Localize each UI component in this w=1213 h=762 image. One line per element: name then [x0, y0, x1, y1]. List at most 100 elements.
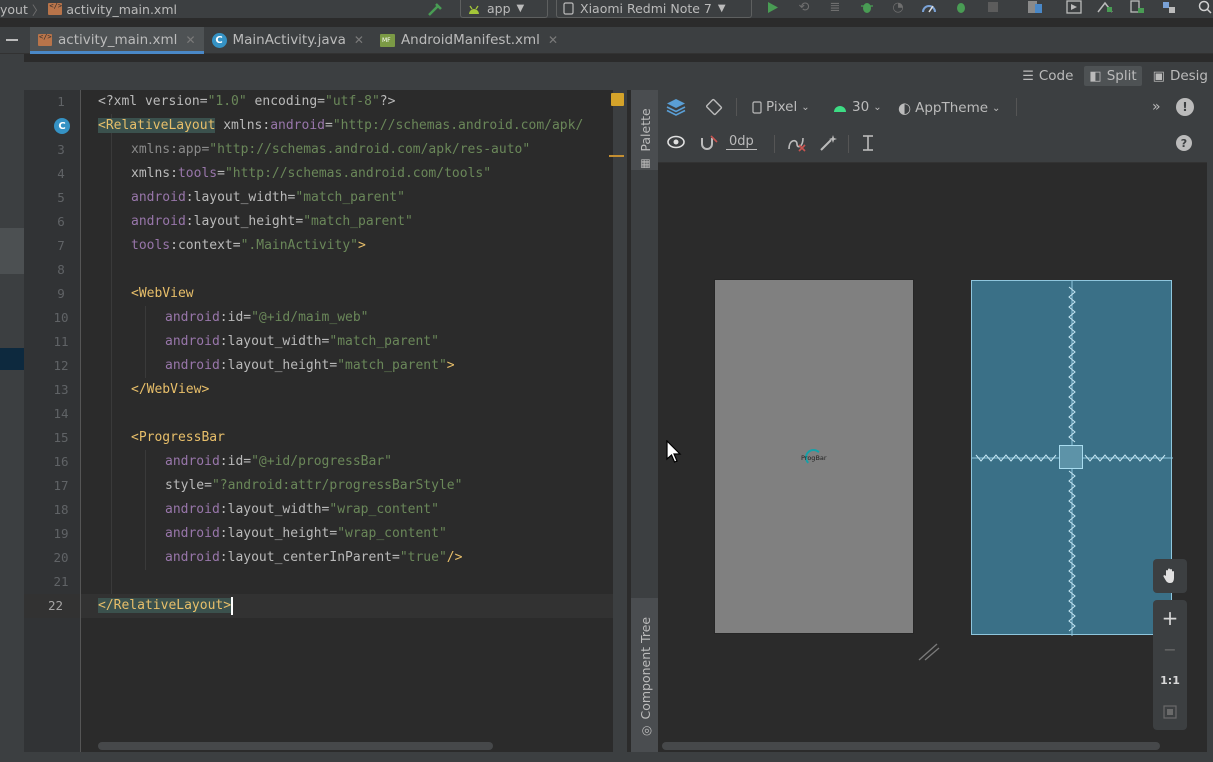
- attach-process-icon[interactable]: [952, 0, 970, 14]
- search-icon[interactable]: [1196, 0, 1213, 14]
- phone-icon: [752, 100, 762, 114]
- api-level-label: 30: [852, 99, 870, 115]
- line-number: 12: [53, 358, 69, 373]
- default-margin-label: 0dp: [726, 134, 757, 150]
- chevron-down-icon: ▼: [717, 3, 726, 14]
- sdk-manager-icon[interactable]: [1096, 0, 1114, 14]
- project-selection-band: [0, 228, 24, 274]
- breadcrumb-layout[interactable]: yout: [0, 2, 28, 17]
- split-mode-button[interactable]: ◧ Split: [1084, 66, 1142, 86]
- theme-icon: ◐: [898, 99, 912, 117]
- pan-hand-icon[interactable]: [1153, 559, 1187, 593]
- guidelines-icon[interactable]: [860, 134, 876, 152]
- breadcrumb-file[interactable]: activity_main.xml: [66, 2, 177, 17]
- autoconnect-icon[interactable]: [698, 134, 718, 152]
- project-selected-row[interactable]: [0, 348, 24, 370]
- progress-bar-blueprint[interactable]: [1059, 445, 1083, 469]
- line-number: 13: [53, 382, 69, 397]
- toolbar-separator: [1016, 98, 1017, 116]
- infer-constraints-icon[interactable]: [818, 134, 838, 152]
- close-icon[interactable]: ✕: [185, 33, 195, 47]
- apply-code-changes-icon[interactable]: ≣: [826, 0, 844, 15]
- line-number: 5: [57, 190, 65, 205]
- design-mode-label: Desig: [1169, 68, 1208, 84]
- line-number: 7: [57, 238, 65, 253]
- zoom-actual-size-button[interactable]: 1:1: [1153, 674, 1187, 687]
- more-actions-icon[interactable]: »: [1152, 99, 1161, 115]
- editor-mode-bar: ☰ Code ◧ Split ▣ Desig: [24, 62, 1213, 90]
- editor-vertical-scrollbar[interactable]: [613, 90, 627, 752]
- device-preview-select[interactable]: Pixel ⌄: [752, 99, 810, 115]
- line-number: 3: [57, 142, 65, 157]
- component-tree-label: Component Tree: [638, 616, 653, 720]
- clear-constraints-icon[interactable]: [786, 134, 808, 152]
- tab-activity-main[interactable]: activity_main.xml ✕: [30, 27, 204, 54]
- split-mode-label: Split: [1106, 68, 1137, 84]
- error-stripe-mark[interactable]: [609, 155, 624, 157]
- line-number: 19: [53, 526, 69, 541]
- design-horizontal-scrollbar[interactable]: [662, 742, 1160, 750]
- tab-main-activity[interactable]: C MainActivity.java ✕: [204, 27, 372, 53]
- tabs-menu-icon[interactable]: [0, 27, 24, 53]
- code-line-20: android:layout_centerInParent="true"/>: [165, 550, 463, 565]
- tab-android-manifest[interactable]: AndroidManifest.xml ✕: [372, 27, 566, 53]
- debug-icon[interactable]: [858, 0, 876, 14]
- attach-debugger-icon[interactable]: [920, 0, 938, 14]
- run-icon[interactable]: [764, 0, 782, 14]
- theme-select[interactable]: ◐ AppTheme ⌄: [898, 99, 1000, 117]
- chevron-down-icon: ⌄: [873, 101, 882, 113]
- line-number: 16: [53, 454, 69, 469]
- line-number: 1: [57, 94, 65, 109]
- inspection-status-icon[interactable]: [611, 93, 624, 106]
- related-class-icon[interactable]: C: [54, 118, 70, 134]
- apply-changes-icon[interactable]: ⟲: [795, 0, 813, 15]
- line-number: 6: [57, 214, 65, 229]
- constraint-toolbar: 0dp ?: [658, 125, 1213, 163]
- line-number: 20: [53, 550, 69, 565]
- avd-manager-icon[interactable]: [1065, 0, 1083, 14]
- layout-inspector-icon[interactable]: [1160, 0, 1178, 14]
- code-mode-button[interactable]: ☰ Code: [1017, 66, 1078, 86]
- xml-file-icon: [38, 33, 52, 46]
- zoom-in-button[interactable]: +: [1153, 606, 1187, 630]
- zoom-out-button[interactable]: −: [1153, 640, 1187, 659]
- component-tree-tab[interactable]: ◎ Component Tree: [638, 617, 653, 736]
- chevron-down-icon: ▼: [516, 3, 525, 14]
- default-margin-button[interactable]: 0dp: [726, 134, 757, 150]
- zoom-to-fit-icon[interactable]: [1153, 704, 1187, 724]
- design-surface-icon[interactable]: [666, 98, 686, 116]
- orientation-icon[interactable]: [704, 98, 724, 116]
- editor-horizontal-scrollbar[interactable]: [98, 742, 493, 750]
- theme-label: AppTheme: [915, 100, 989, 116]
- close-icon[interactable]: ✕: [548, 33, 558, 47]
- indent-guide: [145, 450, 146, 570]
- device-select[interactable]: Xiaomi Redmi Note 7 ▼: [556, 0, 752, 18]
- palette-icon: ▦: [640, 156, 651, 170]
- line-number: 18: [53, 502, 69, 517]
- java-class-icon: C: [211, 32, 227, 48]
- api-level-select[interactable]: 30 ⌄: [832, 99, 882, 115]
- palette-tab[interactable]: ▦ Palette: [638, 108, 653, 170]
- toolbar-separator: [848, 135, 849, 153]
- profile-icon[interactable]: ◔: [889, 0, 907, 15]
- line-number-current: 22: [24, 594, 80, 618]
- warning-icon[interactable]: !: [1176, 98, 1194, 116]
- line-number: 10: [53, 310, 69, 325]
- build-hammer-icon[interactable]: [426, 0, 446, 18]
- device-preview-label: Pixel: [766, 99, 798, 115]
- close-icon[interactable]: ✕: [354, 33, 364, 47]
- status-bar: [0, 752, 1213, 762]
- code-editor[interactable]: <?xml version="1.0" encoding="utf-8"?> <…: [81, 90, 613, 752]
- view-options-icon[interactable]: [666, 135, 686, 149]
- resize-handle-icon[interactable]: [917, 640, 941, 662]
- sync-project-icon[interactable]: [1026, 0, 1044, 14]
- code-line-5: android:layout_width="match_parent": [131, 190, 405, 205]
- run-config-select[interactable]: app ▼: [460, 0, 548, 18]
- device-manager-icon[interactable]: [1128, 0, 1146, 14]
- design-mode-button[interactable]: ▣ Desig: [1148, 66, 1213, 86]
- code-line-9: <WebView: [131, 286, 194, 301]
- line-number: 21: [53, 574, 69, 589]
- breadcrumb: yout 〉 activity_main.xml: [0, 0, 177, 19]
- stop-icon[interactable]: [984, 0, 1002, 14]
- help-icon[interactable]: ?: [1176, 135, 1192, 151]
